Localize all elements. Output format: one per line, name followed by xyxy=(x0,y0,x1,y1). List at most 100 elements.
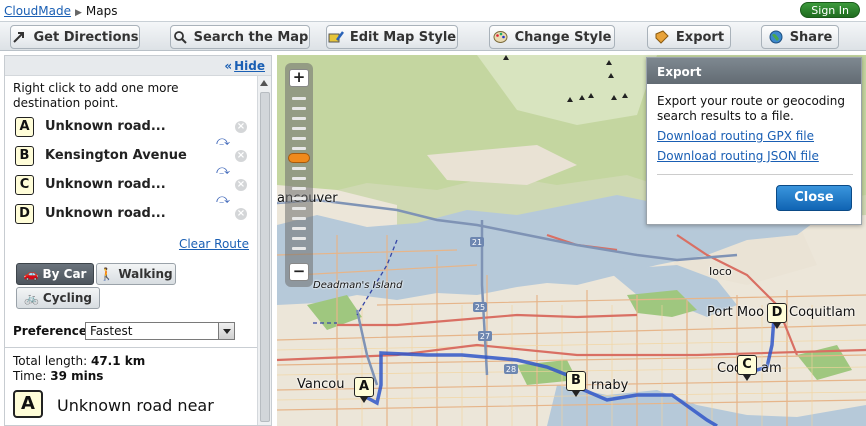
edit-map-style-label: Edit Map Style xyxy=(349,29,457,45)
map-label-burnaby: rnaby xyxy=(591,378,629,393)
waypoint-label[interactable]: Unknown road... xyxy=(45,119,166,134)
zoom-tick[interactable] xyxy=(292,167,306,170)
share-button[interactable]: Share xyxy=(761,25,839,49)
zoom-control: + − xyxy=(285,63,313,287)
walking-label: Walking xyxy=(118,267,173,281)
clear-route-link[interactable]: Clear Route xyxy=(179,237,249,251)
zoom-out-button[interactable]: − xyxy=(289,263,309,281)
sign-in-button[interactable]: Sign In xyxy=(800,2,860,18)
zoom-tick[interactable] xyxy=(292,197,306,200)
hide-label: Hide xyxy=(234,59,265,73)
zoom-tick[interactable] xyxy=(292,117,306,120)
globe-icon xyxy=(768,29,784,45)
mode-walking-button[interactable]: 🚶 Walking xyxy=(96,263,176,285)
brand-link[interactable]: CloudMade xyxy=(4,4,71,18)
breadcrumb: CloudMade ▶ Maps xyxy=(4,4,117,18)
breadcrumb-separator-icon: ▶ xyxy=(74,8,82,18)
map-label-vancouver-bottom: Vancou xyxy=(297,377,345,392)
road-shield-28: 28 xyxy=(506,365,516,374)
export-tag-icon xyxy=(654,29,670,45)
panel-scrollbar[interactable] xyxy=(257,76,271,425)
search-map-label: Search the Map xyxy=(193,29,309,45)
search-icon xyxy=(172,29,188,45)
toolbar: Get Directions Search the Map Edit Map S… xyxy=(0,21,866,51)
walking-icon: 🚶 xyxy=(99,267,115,281)
preference-select[interactable]: Fastest xyxy=(85,322,235,340)
export-button[interactable]: Export xyxy=(647,25,731,49)
waypoint-d[interactable]: D Unknown road... × xyxy=(13,202,258,226)
map-label-coquitlam: Coquitlam xyxy=(789,305,856,320)
zoom-tick[interactable] xyxy=(292,237,306,240)
map-label-ioco: Ioco xyxy=(709,265,732,278)
remove-waypoint-icon[interactable]: × xyxy=(235,150,247,162)
step-instruction[interactable]: Unknown road near xyxy=(57,396,214,415)
zoom-tick[interactable] xyxy=(292,217,306,220)
zoom-tick[interactable] xyxy=(292,227,306,230)
top-bar: CloudMade ▶ Maps Sign In xyxy=(0,0,866,22)
map-label-deadmans-island: Deadman's Island xyxy=(313,280,403,291)
zoom-slider-handle[interactable] xyxy=(288,153,310,163)
waypoint-label[interactable]: Kensington Avenue xyxy=(45,148,187,163)
export-popup-divider xyxy=(657,174,853,175)
zoom-tick[interactable] xyxy=(292,147,306,150)
export-popup: Export Export your route or geocoding se… xyxy=(646,57,862,225)
directions-arrow-icon xyxy=(11,29,27,45)
waypoint-letter: D xyxy=(15,204,34,224)
scrollbar-thumb[interactable] xyxy=(260,92,270,422)
time-value: 39 mins xyxy=(50,369,104,383)
waypoint-letter: C xyxy=(15,175,34,195)
preference-value: Fastest xyxy=(90,324,133,338)
remove-waypoint-icon[interactable]: × xyxy=(235,208,247,220)
share-label: Share xyxy=(789,29,833,45)
bicycle-icon: 🚲 xyxy=(23,291,39,305)
road-shield-27: 27 xyxy=(480,332,490,341)
map-pin-c[interactable]: C xyxy=(737,355,757,381)
search-map-button[interactable]: Search the Map xyxy=(170,25,310,49)
double-chevron-left-icon: « xyxy=(224,59,233,73)
road-shield-21: 21 xyxy=(472,238,482,247)
time-label: Time: xyxy=(13,369,47,383)
panel-divider xyxy=(5,347,257,348)
directions-panel: «Hide Right click to add one more destin… xyxy=(4,55,272,426)
close-button[interactable]: Close xyxy=(776,185,852,211)
zoom-tick[interactable] xyxy=(292,177,306,180)
export-popup-title: Export xyxy=(647,58,861,84)
waypoint-label[interactable]: Unknown road... xyxy=(45,206,166,221)
zoom-tick[interactable] xyxy=(292,207,306,210)
dropdown-arrow-icon[interactable] xyxy=(218,323,234,339)
map-pin-a[interactable]: A xyxy=(354,377,374,403)
zoom-tick[interactable] xyxy=(292,187,306,190)
brush-icon xyxy=(328,29,344,45)
zoom-tick[interactable] xyxy=(292,137,306,140)
export-popup-description: Export your route or geocoding search re… xyxy=(657,94,845,123)
remove-waypoint-icon[interactable]: × xyxy=(235,121,247,133)
download-gpx-link[interactable]: Download routing GPX file xyxy=(657,129,814,143)
panel-header: «Hide xyxy=(5,56,271,76)
get-directions-button[interactable]: Get Directions xyxy=(10,25,140,49)
scroll-up-arrow-icon[interactable] xyxy=(260,80,268,86)
step-letter: A xyxy=(13,390,43,418)
map-pin-d[interactable]: D xyxy=(767,303,787,329)
hide-panel-link[interactable]: «Hide xyxy=(224,59,265,73)
car-icon: 🚗 xyxy=(23,267,39,281)
get-directions-label: Get Directions xyxy=(33,29,139,45)
total-length-value: 47.1 km xyxy=(90,354,146,368)
change-style-button[interactable]: Change Style xyxy=(489,25,615,49)
mode-cycling-button[interactable]: 🚲 Cycling xyxy=(16,287,100,309)
zoom-tick[interactable] xyxy=(292,107,306,110)
route-time: Time: 39 mins xyxy=(13,369,103,383)
download-json-link[interactable]: Download routing JSON file xyxy=(657,149,819,163)
remove-waypoint-icon[interactable]: × xyxy=(235,179,247,191)
cycling-label: Cycling xyxy=(42,291,93,305)
preference-label: Preference: xyxy=(13,324,92,338)
waypoint-letter: B xyxy=(15,146,34,166)
zoom-tick[interactable] xyxy=(292,97,306,100)
zoom-tick[interactable] xyxy=(292,247,306,250)
total-length: Total length: 47.1 km xyxy=(13,354,145,368)
waypoint-label[interactable]: Unknown road... xyxy=(45,177,166,192)
mode-by-car-button[interactable]: 🚗 By Car xyxy=(16,263,94,285)
zoom-tick[interactable] xyxy=(292,127,306,130)
map-pin-b[interactable]: B xyxy=(566,371,586,397)
zoom-in-button[interactable]: + xyxy=(289,69,309,87)
edit-map-style-button[interactable]: Edit Map Style xyxy=(326,25,458,49)
